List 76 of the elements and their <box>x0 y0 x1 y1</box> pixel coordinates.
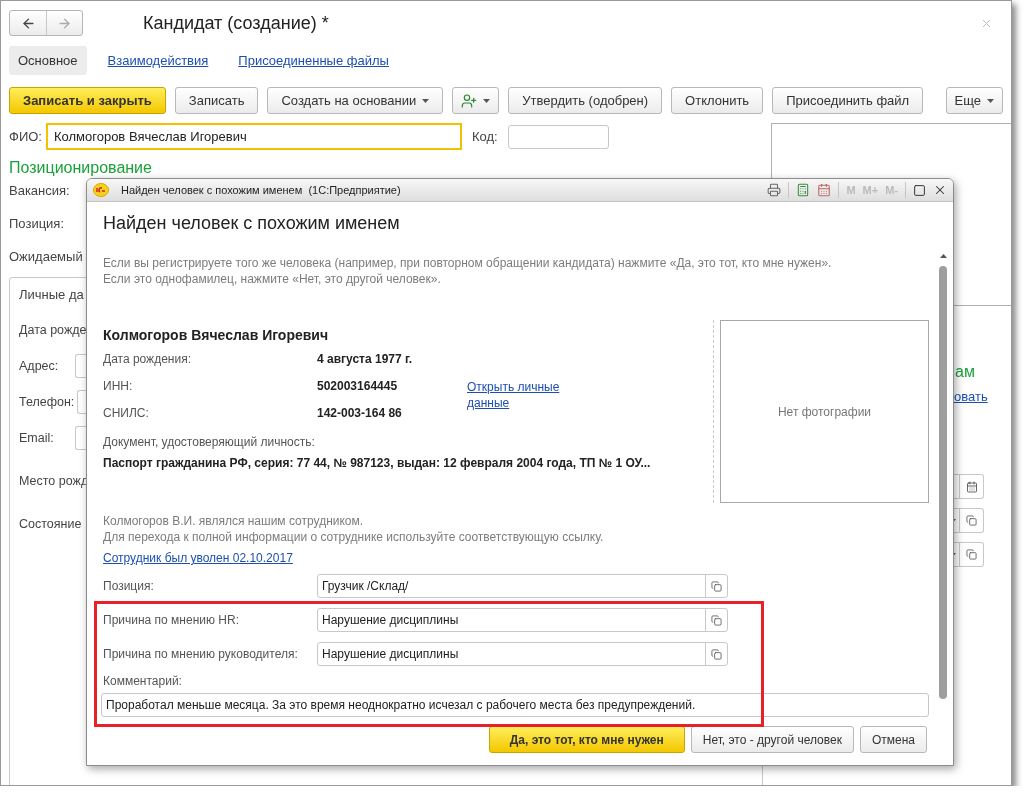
copy-icon <box>966 549 977 560</box>
document-value: Паспорт гражданина РФ, серия: 77 44, № 987123, выдан: 12 февраля 2004 года, ТП № 1 ОУ... <box>103 456 652 470</box>
info-value: 142-003-164 86 <box>317 406 403 422</box>
user-plus-icon <box>461 92 478 109</box>
input-field[interactable]: Нарушение дисциплины <box>317 608 728 632</box>
user-menu-button[interactable] <box>452 87 500 114</box>
field-label: Адрес: <box>19 359 59 373</box>
confirm-button[interactable]: Да, это тот, кто мне нужен <box>488 726 685 753</box>
dialog-button[interactable]: Отмена <box>859 726 927 753</box>
note-text: Колмогоров В.И. являлся нашим сотрудником. <box>103 513 365 529</box>
field-label: Email: <box>19 431 54 445</box>
comment-field[interactable]: Проработал меньше месяца. За это время неоднократно исчезал с рабочего места без предупреждений. <box>101 693 929 717</box>
app-logo-icon <box>93 183 109 197</box>
copy-icon <box>711 614 722 626</box>
field-label: Позиция: <box>103 579 155 593</box>
tab[interactable]: Основное <box>9 46 87 75</box>
scroll-up-icon[interactable] <box>939 254 947 258</box>
note-text: Для перехода к полной информации о сотруднике используйте соответствующую ссылку. <box>103 529 605 545</box>
toolbar-button[interactable]: Присоединить файл <box>772 87 924 114</box>
tab[interactable]: Взаимодействия <box>98 46 218 75</box>
info-value: 502003164445 <box>317 379 399 395</box>
person-name: Колмогоров Вячеслав Игоревич <box>103 327 330 343</box>
dialog-button[interactable]: Нет, это - другой человек <box>690 726 854 753</box>
field-label: Вакансия: <box>9 183 70 198</box>
code-field[interactable] <box>507 124 609 149</box>
intro-text: Если вы регистрируете того же человека (например, при повторном обращении кандидата) нажмите «Да, это тот, кто мне нужен». <box>103 255 833 271</box>
info-label: Документ, удостоверяющий личность: <box>103 435 316 449</box>
input-field[interactable]: Грузчик /Склад/ <box>317 574 728 598</box>
info-label: СНИЛС: <box>103 406 150 422</box>
group-title: Личные да <box>19 287 84 302</box>
field-label: Дата рожде <box>19 323 87 337</box>
section-heading: Позиционирование <box>9 159 153 177</box>
field-label: Позиция: <box>9 216 64 231</box>
copy-icon <box>711 648 722 660</box>
toolbar-button[interactable]: Утвердить (одобрен) <box>508 87 663 114</box>
field-label: Код: <box>471 129 498 144</box>
dialog-title: Найден человек с похожим именем (1С:Предприятие) <box>121 184 401 196</box>
scrollbar[interactable] <box>939 254 947 699</box>
tab[interactable]: Присоединенные файлы <box>229 46 398 75</box>
caret-icon <box>987 98 994 103</box>
field-label: ФИО: <box>9 129 42 144</box>
printer-icon[interactable] <box>767 183 782 197</box>
field-label: Комментарий: <box>103 674 183 688</box>
field-label: Причина по мнению HR: <box>103 613 240 627</box>
section-heading: ам <box>955 363 975 381</box>
caret-icon <box>483 98 491 103</box>
info-label: ИНН: <box>103 379 134 395</box>
caret-icon <box>422 98 430 103</box>
copy-icon <box>966 515 977 526</box>
link[interactable]: овать <box>954 389 988 404</box>
field-label: Телефон: <box>19 395 75 409</box>
toolbar-button[interactable]: Отклонить <box>671 87 764 114</box>
save-close-button[interactable]: Записать и закрыть <box>9 87 166 114</box>
name-field[interactable]: Колмогоров Вячеслав Игоревич <box>45 123 462 150</box>
toolbar-button[interactable]: Записать <box>174 87 259 114</box>
arrow-left-icon <box>20 15 36 31</box>
calendar-icon <box>965 480 978 493</box>
input-field[interactable]: Нарушение дисциплины <box>317 642 728 666</box>
calendar-icon[interactable] <box>817 183 832 197</box>
field-label: Состояние <box>19 517 82 531</box>
intro-text: Если это однофамилец, нажмите «Нет, это другой человек». <box>103 271 442 287</box>
more-button[interactable]: Еще <box>945 87 1003 114</box>
menu-button[interactable]: Создать на основании <box>267 87 444 114</box>
maximize-icon[interactable] <box>913 183 926 197</box>
field-label: Ожидаемый <box>9 249 83 264</box>
copy-icon <box>711 580 722 592</box>
employee-link[interactable]: Сотрудник был уволен 02.10.2017 <box>103 551 293 565</box>
close-icon[interactable] <box>933 183 947 197</box>
calculator-icon[interactable] <box>796 183 811 197</box>
info-value: 4 августа 1977 г. <box>317 352 414 368</box>
no-photo-text: Нет фотографии <box>777 404 872 419</box>
open-data-link[interactable]: Открыть личные данные <box>467 379 567 433</box>
dialog-heading: Найден человек с похожим именем <box>103 213 401 234</box>
field-label: Причина по мнению руководителя: <box>103 647 299 661</box>
window-title: Кандидат (создание) * <box>143 12 329 34</box>
info-label: Дата рождения: <box>103 352 192 368</box>
